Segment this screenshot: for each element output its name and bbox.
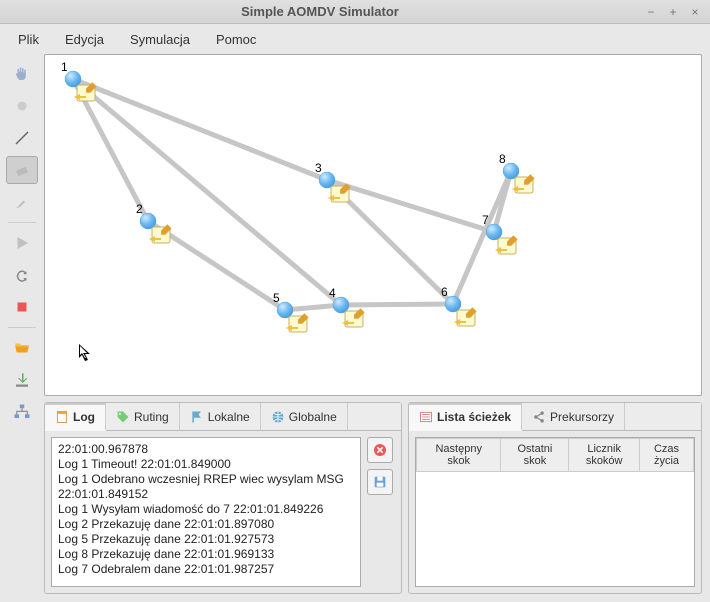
graph-canvas[interactable]: 1 2 3 4 5 6 7 8 — [44, 54, 702, 396]
tab-label: Lokalne — [208, 410, 250, 424]
menu-symulacja[interactable]: Symulacja — [120, 28, 200, 51]
tab-label: Globalne — [289, 410, 337, 424]
tab-label: Ruting — [134, 410, 169, 424]
tabbar-right: Lista ścieżek Prekursorzy — [409, 403, 701, 431]
circle-tool[interactable] — [6, 92, 38, 120]
log-line: Log 7 Odebralem dane 22:01:01.987257 — [58, 562, 354, 577]
log-textarea[interactable]: 22:01:00.967878Log 1 Timeout! 22:01:01.8… — [51, 437, 361, 587]
note-icon — [328, 183, 351, 202]
tab-left-2[interactable]: Lokalne — [180, 403, 261, 430]
close-button[interactable]: × — [686, 3, 704, 21]
save-button[interactable] — [6, 366, 38, 394]
node-3[interactable]: 3 — [315, 161, 351, 202]
play-button[interactable] — [6, 229, 38, 257]
brush-tool[interactable] — [6, 188, 38, 216]
node-label: 6 — [441, 285, 448, 299]
node-label: 2 — [136, 202, 143, 216]
open-button[interactable] — [6, 334, 38, 362]
edge — [73, 79, 341, 305]
hand-tool[interactable] — [6, 60, 38, 88]
tab-label: Prekursorzy — [550, 410, 614, 424]
col-header[interactable]: Następny skok — [417, 439, 501, 472]
tab-label: Log — [73, 410, 95, 424]
paths-table-wrap[interactable]: Następny skokOstatni skokLicznik skokówC… — [415, 437, 695, 587]
note-icon — [74, 82, 97, 101]
node-label: 5 — [273, 291, 280, 305]
stop-button[interactable] — [6, 293, 38, 321]
log-line: Log 8 Przekazuję dane 22:01:01.969133 — [58, 547, 354, 562]
log-line: Log 2 Przekazuję dane 22:01:01.897080 — [58, 517, 354, 532]
line-tool[interactable] — [6, 124, 38, 152]
node-5[interactable]: 5 — [273, 291, 309, 332]
note-icon — [512, 174, 535, 193]
node-label: 3 — [315, 161, 322, 175]
note-icon — [342, 308, 365, 327]
tab-right-1[interactable]: Prekursorzy — [522, 403, 625, 430]
log-line: 22:01:00.967878 — [58, 442, 354, 457]
log-line: Log 1 Timeout! 22:01:01.849000 — [58, 457, 354, 472]
log-line: Log 5 Przekazuję dane 22:01:01.927573 — [58, 532, 354, 547]
edge — [73, 79, 327, 180]
panel-right: Lista ścieżek Prekursorzy Następny skokOs… — [408, 402, 702, 594]
tab-left-1[interactable]: Ruting — [106, 403, 180, 430]
tab-left-0[interactable]: Log — [45, 403, 106, 431]
note-icon — [149, 224, 172, 243]
node-label: 1 — [61, 60, 68, 74]
graph-svg: 1 2 3 4 5 6 7 8 — [45, 55, 693, 396]
window-title: Simple AOMDV Simulator — [0, 4, 640, 19]
edge — [285, 305, 341, 310]
node-label: 7 — [482, 213, 489, 227]
col-header[interactable]: Licznik skoków — [569, 439, 640, 472]
save-log-button[interactable] — [367, 469, 393, 495]
menubar: Plik Edycja Symulacja Pomoc — [0, 24, 710, 54]
node-2[interactable]: 2 — [136, 202, 172, 243]
node-label: 4 — [329, 286, 336, 300]
cursor-icon — [79, 344, 95, 364]
paths-table: Następny skokOstatni skokLicznik skokówC… — [416, 438, 694, 472]
log-line: Log 1 Odebrano wczesniej RREP wiec wysyl… — [58, 472, 354, 502]
log-line: Log 1 Wysyłam wiadomość do 7 22:01:01.84… — [58, 502, 354, 517]
note-icon — [454, 307, 477, 326]
step-button[interactable] — [6, 261, 38, 289]
tab-right-0[interactable]: Lista ścieżek — [409, 403, 522, 431]
toolbar-left — [0, 54, 44, 602]
maximize-button[interactable]: + — [664, 3, 682, 21]
col-header[interactable]: Czas życia — [639, 439, 693, 472]
col-header[interactable]: Ostatni skok — [501, 439, 569, 472]
node-label: 8 — [499, 152, 506, 166]
menu-edycja[interactable]: Edycja — [55, 28, 114, 51]
eraser-tool[interactable] — [6, 156, 38, 184]
panel-left: Log Ruting Lokalne Globalne 22:01:00.967878… — [44, 402, 402, 594]
menu-plik[interactable]: Plik — [8, 28, 49, 51]
menu-pomoc[interactable]: Pomoc — [206, 28, 266, 51]
titlebar: Simple AOMDV Simulator − + × — [0, 0, 710, 24]
clear-log-button[interactable] — [367, 437, 393, 463]
tab-left-3[interactable]: Globalne — [261, 403, 348, 430]
minimize-button[interactable]: − — [642, 3, 660, 21]
tabbar-left: Log Ruting Lokalne Globalne — [45, 403, 401, 431]
note-icon — [286, 313, 309, 332]
network-button[interactable] — [6, 398, 38, 426]
tab-label: Lista ścieżek — [437, 410, 511, 424]
note-icon — [495, 235, 518, 254]
edge — [341, 304, 453, 305]
node-1[interactable]: 1 — [61, 60, 97, 101]
